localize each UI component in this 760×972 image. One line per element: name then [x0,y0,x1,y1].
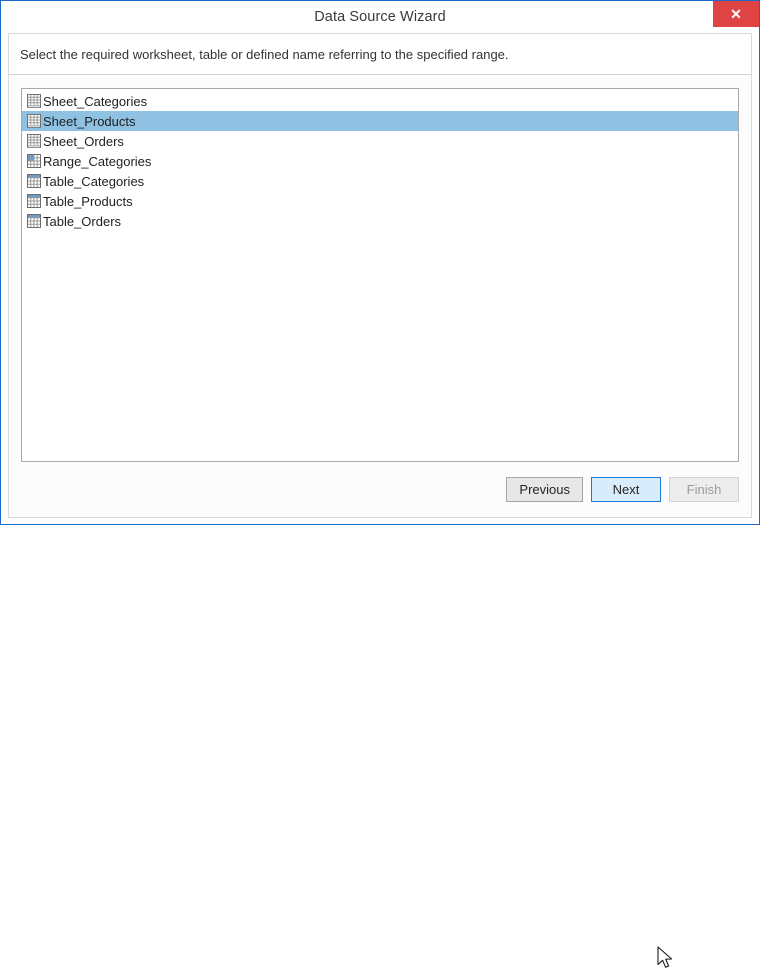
range-icon [27,154,41,168]
list-item-label: Sheet_Products [43,113,136,129]
list-item[interactable]: Sheet_Orders [22,131,738,151]
list-item-label: Sheet_Categories [43,93,148,109]
list-item[interactable]: Sheet_Products [22,111,738,131]
close-icon: ✕ [730,6,742,22]
previous-button[interactable]: Previous [506,477,583,502]
data-source-listbox[interactable]: Sheet_Categories Sheet_Products Sheet_Orde… [21,88,739,462]
window-title: Data Source Wizard [314,9,446,25]
title-bar: Data Source Wizard ✕ [1,1,759,33]
button-row: Previous Next Finish [498,477,739,502]
table-icon [27,194,41,208]
close-button[interactable]: ✕ [713,1,759,27]
finish-button: Finish [669,477,739,502]
list-item[interactable]: Sheet_Categories [22,91,738,111]
table-icon [27,174,41,188]
list-item[interactable]: Table_Products [22,191,738,211]
table-icon [27,214,41,228]
worksheet-icon [27,114,41,128]
list-item-label: Table_Categories [43,173,145,189]
instruction-text: Select the required worksheet, table or … [20,46,509,62]
content-area: Sheet_Categories Sheet_Products Sheet_Orde… [9,75,751,462]
worksheet-icon [27,94,41,108]
data-source-wizard-dialog: Data Source Wizard ✕ Select the required… [0,0,760,968]
list-item-label: Sheet_Orders [43,133,124,149]
list-item[interactable]: Table_Orders [22,211,738,231]
next-button[interactable]: Next [591,477,661,502]
mouse-cursor-icon [657,946,673,968]
dialog-footer: Previous Next Finish [9,462,751,968]
list-item[interactable]: Range_Categories [22,151,738,171]
list-item[interactable]: Table_Categories [22,171,738,191]
dialog-body: Select the required worksheet, table or … [8,33,752,968]
worksheet-icon [27,134,41,148]
list-item-label: Table_Products [43,193,133,209]
instruction-bar: Select the required worksheet, table or … [9,34,751,75]
list-item-label: Table_Orders [43,213,122,229]
list-item-label: Range_Categories [43,153,152,169]
